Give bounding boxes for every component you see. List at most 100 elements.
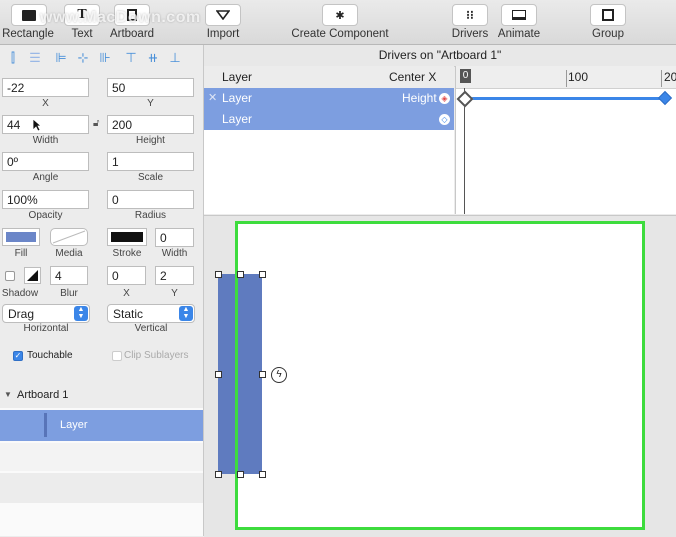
resize-handle[interactable] <box>215 371 222 378</box>
scale-label: Scale <box>137 172 163 183</box>
horizontal-label: Horizontal <box>23 323 69 334</box>
distribute-horizontal-icon[interactable]: ⫿ <box>2 49 24 67</box>
shadow-x-label: X <box>123 288 130 299</box>
y-field[interactable]: 50 <box>107 78 194 97</box>
stroke-color-well[interactable] <box>107 228 147 246</box>
import-icon <box>216 10 230 20</box>
stroke-width-field[interactable]: 0 <box>155 228 194 247</box>
align-center-horizontal-icon[interactable]: ⊹ <box>72 49 94 67</box>
align-left-icon[interactable]: ⊫ <box>50 49 72 67</box>
driver-row[interactable]: ✕ Layer Height ◈ <box>204 88 454 109</box>
align-right-icon[interactable]: ⊪ <box>94 49 116 67</box>
aspect-lock-icon[interactable]: 🔓︎ <box>93 118 99 129</box>
resize-handle[interactable] <box>259 371 266 378</box>
animate-button[interactable] <box>501 4 537 26</box>
group-icon <box>602 9 614 21</box>
keyframe-start-diamond[interactable] <box>456 90 474 108</box>
keyframe-diamond-icon[interactable]: ◇ <box>439 114 450 125</box>
distribute-vertical-icon[interactable]: ☰ <box>24 49 46 67</box>
component-icon: ✱ <box>335 9 345 22</box>
drivers-icon: ⁝⁝ <box>466 8 474 22</box>
touchable-checkbox[interactable]: ✓ <box>13 351 23 361</box>
artboard-layer-row[interactable]: ▼ Artboard 1 <box>0 383 203 408</box>
vertical-select-value: Static <box>113 307 144 321</box>
create-component-button[interactable]: ✱ <box>322 4 358 26</box>
canvas[interactable]: ϟ <box>204 215 676 537</box>
align-middle-icon[interactable]: ⧺ <box>142 49 164 67</box>
resize-handle[interactable] <box>215 271 222 278</box>
vertical-select[interactable]: Static ▲ ▼ <box>107 304 195 323</box>
layer-thumbnail <box>44 413 47 437</box>
group-button[interactable] <box>590 4 626 26</box>
resize-handle[interactable] <box>259 271 266 278</box>
create-component-label: Create Component <box>291 28 389 40</box>
scale-field[interactable]: 1 <box>107 152 194 171</box>
radius-field[interactable]: 0 <box>107 190 194 209</box>
vertical-label: Vertical <box>134 323 168 334</box>
height-field[interactable]: 200 <box>107 115 194 134</box>
fill-swatch <box>6 232 36 242</box>
select-arrows-icon: ▲ ▼ <box>74 306 88 321</box>
shadow-y-label: Y <box>171 288 178 299</box>
artboard-1[interactable] <box>235 221 645 530</box>
clip-sublayers-checkbox[interactable] <box>112 351 122 361</box>
resize-handle[interactable] <box>237 471 244 478</box>
touchable-label: Touchable <box>27 350 73 361</box>
artboard-edge-overlay <box>235 274 238 474</box>
keyframe-diamond-icon[interactable]: ◈ <box>439 93 450 104</box>
watermark: www.MacDown.com <box>40 9 201 26</box>
artboard-label: Artboard <box>109 28 155 40</box>
ruler-label: 20 <box>664 70 676 84</box>
import-label: Import <box>206 28 240 40</box>
fill-color-well[interactable] <box>2 228 40 246</box>
driver-row[interactable]: Layer ◇ <box>204 109 454 130</box>
angle-label: Angle <box>32 172 59 183</box>
property-column-header[interactable]: Center X <box>389 70 436 84</box>
timeline-ruler: 0 100 20 <box>456 66 676 89</box>
driver-row-layer: Layer <box>222 91 253 105</box>
width-field[interactable]: 44 <box>2 115 89 134</box>
animate-label: Animate <box>497 28 541 40</box>
driver-rows: ✕ Layer Height ◈ Layer ◇ <box>204 88 454 214</box>
alignment-toolbar: ⫿ ☰ ⊫ ⊹ ⊪ ⊤ ⧺ ⊥ <box>0 45 203 71</box>
resize-handle[interactable] <box>215 471 222 478</box>
resize-handle[interactable] <box>259 471 266 478</box>
x-label: X <box>42 98 49 109</box>
opacity-field[interactable]: 100% <box>2 190 89 209</box>
drivers-button[interactable]: ⁝⁝ <box>452 4 488 26</box>
layers-empty-row <box>0 443 203 471</box>
shadow-color-well[interactable] <box>24 267 41 284</box>
media-well[interactable] <box>50 228 88 246</box>
remove-driver-icon[interactable]: ✕ <box>208 88 217 109</box>
import-button[interactable] <box>205 4 241 26</box>
keyframe-end-diamond[interactable] <box>657 90 673 106</box>
ruler-tick <box>661 70 662 87</box>
disclosure-triangle-icon[interactable]: ▼ <box>4 390 12 399</box>
align-bottom-icon[interactable]: ⊥ <box>164 49 186 67</box>
ruler-label: 0 <box>460 69 471 83</box>
width-label: Width <box>32 135 59 146</box>
artboard-layer-name: Artboard 1 <box>17 389 69 401</box>
shadow-x-field[interactable]: 0 <box>107 266 146 285</box>
shadow-blur-field[interactable]: 4 <box>50 266 88 285</box>
resize-handle[interactable] <box>237 271 244 278</box>
clip-sublayers-label: Clip Sublayers <box>124 350 189 361</box>
lightning-bolt-icon[interactable]: ϟ <box>271 367 287 383</box>
drivers-column-header: Layer Center X <box>204 66 454 89</box>
radius-label: Radius <box>134 210 167 221</box>
angle-field[interactable]: 0º <box>2 152 89 171</box>
horizontal-select[interactable]: Drag ▲ ▼ <box>2 304 90 323</box>
driver-row-layer: Layer <box>222 112 253 126</box>
select-arrows-icon: ▲ ▼ <box>179 306 193 321</box>
animate-icon <box>512 10 526 20</box>
shadow-y-field[interactable]: 2 <box>155 266 194 285</box>
align-top-icon[interactable]: ⊤ <box>120 49 142 67</box>
layer-rectangle[interactable] <box>218 274 262 474</box>
shadow-checkbox[interactable] <box>5 271 15 281</box>
layer-row[interactable]: Layer <box>0 410 203 441</box>
x-field[interactable]: -22 <box>2 78 89 97</box>
layers-panel: ▼ Artboard 1 Layer <box>0 383 203 536</box>
fill-label: Fill <box>14 248 28 259</box>
shadow-swatch-icon <box>27 270 38 281</box>
driver-timeline[interactable]: 0 100 20 <box>455 66 676 214</box>
